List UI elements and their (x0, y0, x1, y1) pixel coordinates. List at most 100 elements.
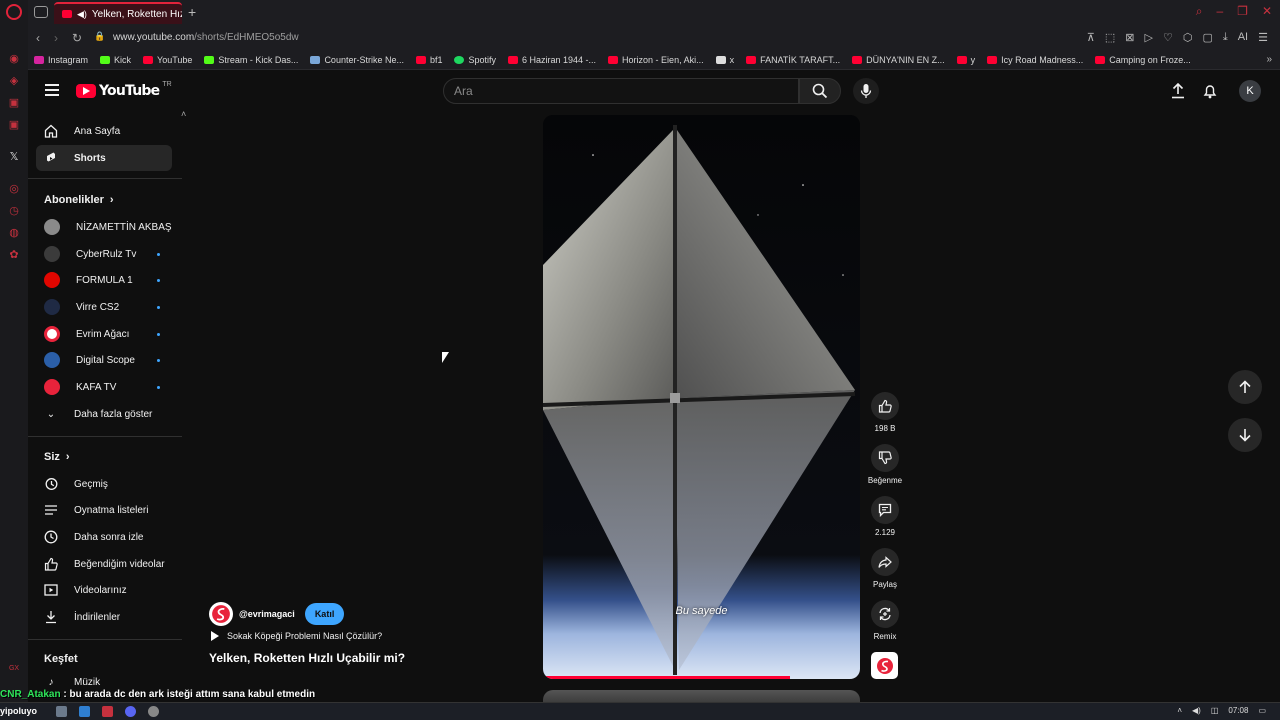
subscriptions-header[interactable]: Abonelikler › (44, 194, 114, 206)
notification-center-icon[interactable]: ▭ (1258, 706, 1266, 715)
menu-icon[interactable]: ☰ (1258, 31, 1268, 44)
heart-icon[interactable]: ♡ (1163, 31, 1173, 44)
share-button[interactable]: Paylaş (866, 548, 904, 589)
bookmark-item[interactable]: Horizon - Eien, Aki... (608, 55, 704, 65)
bookmark-item[interactable]: Stream - Kick Das... (204, 55, 298, 65)
join-button[interactable]: Katıl (304, 603, 345, 625)
back-icon[interactable]: ‹ (36, 31, 40, 45)
guide-menu-icon[interactable] (45, 84, 59, 96)
bookmark-item[interactable]: YouTube (143, 55, 192, 65)
search-tabs-icon[interactable]: ⌕ (1196, 4, 1203, 19)
guide-scroll-up-icon[interactable]: ˄ (181, 109, 186, 119)
subscription-item[interactable]: KAFA TV (36, 374, 172, 400)
new-tab-button[interactable]: + (188, 4, 196, 20)
network-icon[interactable]: ◫ (1211, 706, 1219, 715)
youtube-logo[interactable]: YouTube TR (76, 81, 172, 99)
bookmark-item[interactable]: FANATİK TARAFT... (746, 55, 840, 65)
forward-icon[interactable]: › (54, 31, 58, 45)
tab-active[interactable]: ◀) Yelken, Roketten Hızlı U (54, 2, 182, 24)
account-avatar[interactable]: K (1239, 80, 1261, 102)
sidebar-history-icon[interactable]: ◷ (6, 202, 22, 218)
bookmark-item[interactable]: y (956, 55, 975, 65)
pin-icon[interactable]: ⊼ (1087, 31, 1095, 44)
search-button[interactable] (799, 78, 841, 104)
guide-item-shorts[interactable]: Shorts (36, 145, 172, 171)
search-input[interactable] (454, 84, 788, 98)
extensions-icon[interactable]: ⬡ (1183, 31, 1193, 44)
opera-logo-icon[interactable] (6, 4, 22, 20)
remix-button[interactable]: Remix (866, 600, 904, 641)
shorts-player[interactable]: Bu sayede (543, 115, 860, 679)
notifications-button[interactable] (1200, 81, 1220, 101)
voice-search-button[interactable] (853, 78, 879, 104)
bookmark-item[interactable]: Icy Road Madness... (987, 55, 1083, 65)
sidebar-extensions-icon[interactable]: ◍ (6, 224, 22, 240)
sidebar-ai-icon[interactable]: ◉ (6, 50, 22, 66)
sidebar-aria-icon[interactable]: ◈ (6, 72, 22, 88)
like-button[interactable]: 198 B (866, 392, 904, 433)
url-field[interactable]: www.youtube.com/shorts/EdHMEO5o5dw (113, 32, 299, 43)
related-video-link[interactable]: Sokak Köpeği Problemi Nasıl Çözülür? (211, 631, 382, 641)
discord-icon[interactable] (125, 706, 136, 717)
adblock-icon[interactable]: ⊠ (1125, 31, 1134, 44)
tab-switcher-icon[interactable] (34, 6, 48, 18)
taskbar-app-icon[interactable] (148, 706, 159, 717)
reload-icon[interactable]: ↻ (72, 31, 82, 45)
subscription-item[interactable]: NİZAMETTİN AKBAŞ (36, 214, 172, 240)
create-button[interactable] (1168, 81, 1188, 101)
bookmark-item[interactable]: Spotify (454, 55, 496, 65)
bookmark-item[interactable]: DÜNYA'NIN EN Z... (852, 55, 945, 65)
you-header[interactable]: Siz › (44, 451, 70, 463)
subscription-item[interactable]: FORMULA 1 (36, 267, 172, 293)
tray-chevron-icon[interactable]: ˄ (1177, 706, 1182, 715)
guide-item-home[interactable]: Ana Sayfa (36, 118, 172, 144)
sidebar-gx-icon[interactable]: GX (6, 660, 22, 676)
snapshot-icon[interactable]: ⬚ (1105, 31, 1115, 44)
sidebar-instagram-icon[interactable]: ▣ (6, 116, 22, 132)
channel-handle[interactable]: @evrimagaci (239, 609, 295, 619)
subscription-item[interactable]: CyberRulz Tv (36, 241, 172, 267)
guide-item-downloads[interactable]: İndirilenler (36, 604, 172, 630)
dislike-button[interactable]: Beğenme (866, 444, 904, 485)
minimize-icon[interactable]: – (1216, 4, 1223, 19)
download-icon[interactable]: ⤓ (1223, 31, 1228, 44)
sidebar-messenger-icon[interactable]: ▣ (6, 94, 22, 110)
guide-item-liked[interactable]: Beğendiğim videolar (36, 551, 172, 577)
sidebar-player-icon[interactable]: ◎ (6, 180, 22, 196)
easy-files-icon[interactable]: ▢ (1202, 31, 1212, 44)
bookmark-item[interactable]: Kick (100, 55, 131, 65)
subscription-item[interactable]: Evrim Ağacı (36, 321, 172, 347)
subscription-item[interactable]: Virre CS2 (36, 294, 172, 320)
guide-item-watch-later[interactable]: Daha sonra izle (36, 524, 172, 550)
video-progress-bar[interactable] (543, 676, 791, 679)
bookmarks-overflow-icon[interactable]: » (1266, 54, 1272, 65)
channel-thumbnail[interactable] (871, 652, 898, 679)
previous-short-button[interactable] (1228, 370, 1262, 404)
bookmark-item[interactable]: Instagram (34, 55, 88, 65)
volume-icon[interactable]: ◀) (1192, 706, 1201, 715)
taskbar-app-icon[interactable] (79, 706, 90, 717)
close-icon[interactable]: ✕ (1262, 4, 1272, 19)
taskbar-app-icon[interactable] (102, 706, 113, 717)
taskbar-app-icon[interactable] (56, 706, 67, 717)
subscription-item[interactable]: Digital Scope (36, 347, 172, 373)
show-more-button[interactable]: ⌄ Daha fazla göster (36, 401, 172, 427)
clock[interactable]: 07:08 (1228, 706, 1248, 715)
bookmark-item[interactable]: x (715, 55, 734, 65)
next-short-button[interactable] (1228, 418, 1262, 452)
guide-item-history[interactable]: Geçmiş (36, 471, 172, 497)
bookmark-item[interactable]: bf1 (415, 55, 442, 65)
bookmark-item[interactable]: Camping on Froze... (1095, 55, 1191, 65)
comments-button[interactable]: 2.129 (866, 496, 904, 537)
bookmark-item[interactable]: 6 Haziran 1944 -... (508, 55, 596, 65)
maximize-icon[interactable]: ❐ (1237, 4, 1248, 19)
guide-item-playlists[interactable]: Oynatma listeleri (36, 497, 172, 523)
video-popout-icon[interactable]: ▷ (1144, 31, 1152, 44)
speaker-icon[interactable]: ◀) (77, 9, 87, 20)
channel-avatar[interactable] (209, 602, 233, 626)
sidebar-x-icon[interactable]: 𝕏 (6, 148, 22, 164)
ai-icon[interactable]: AI (1238, 31, 1248, 44)
bookmark-item[interactable]: Counter-Strike Ne... (310, 55, 404, 65)
guide-item-your-videos[interactable]: Videolarınız (36, 577, 172, 603)
sidebar-settings-icon[interactable]: ✿ (6, 246, 22, 262)
